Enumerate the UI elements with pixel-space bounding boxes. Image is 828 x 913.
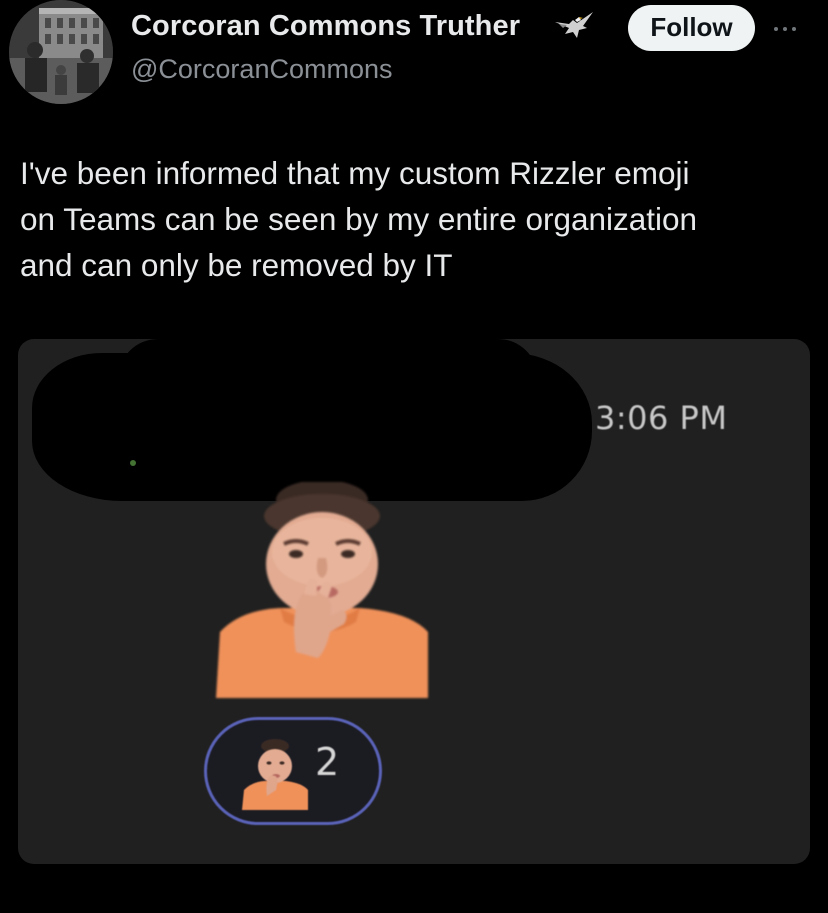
author-display-name[interactable]: Corcoran Commons Truther — [131, 10, 520, 43]
tweet-text-line: and can only be removed by IT — [20, 247, 453, 283]
author-handle[interactable]: @CorcoranCommons — [131, 54, 392, 85]
rizzler-emoji-icon — [240, 738, 310, 810]
tweet-text: I've been informed that my custom Rizzle… — [20, 150, 810, 288]
sender-redaction-top — [118, 339, 538, 419]
more-options-icon[interactable] — [774, 14, 828, 44]
author-avatar[interactable] — [9, 0, 113, 104]
follow-button[interactable]: Follow — [628, 5, 755, 51]
presence-status-dot — [130, 460, 136, 466]
reaction-count: 2 — [315, 740, 340, 784]
tweet-media-image[interactable]: 3:06 PM 2 — [18, 339, 810, 864]
eagle-icon — [553, 8, 597, 48]
tweet-text-line: on Teams can be seen by my entire organi… — [20, 201, 698, 237]
message-timestamp: 3:06 PM — [595, 399, 728, 437]
rizzler-emoji-icon — [210, 480, 434, 698]
tweet-text-line: I've been informed that my custom Rizzle… — [20, 155, 690, 191]
profile-photo-icon — [9, 0, 113, 104]
reaction-button[interactable]: 2 — [204, 717, 382, 825]
